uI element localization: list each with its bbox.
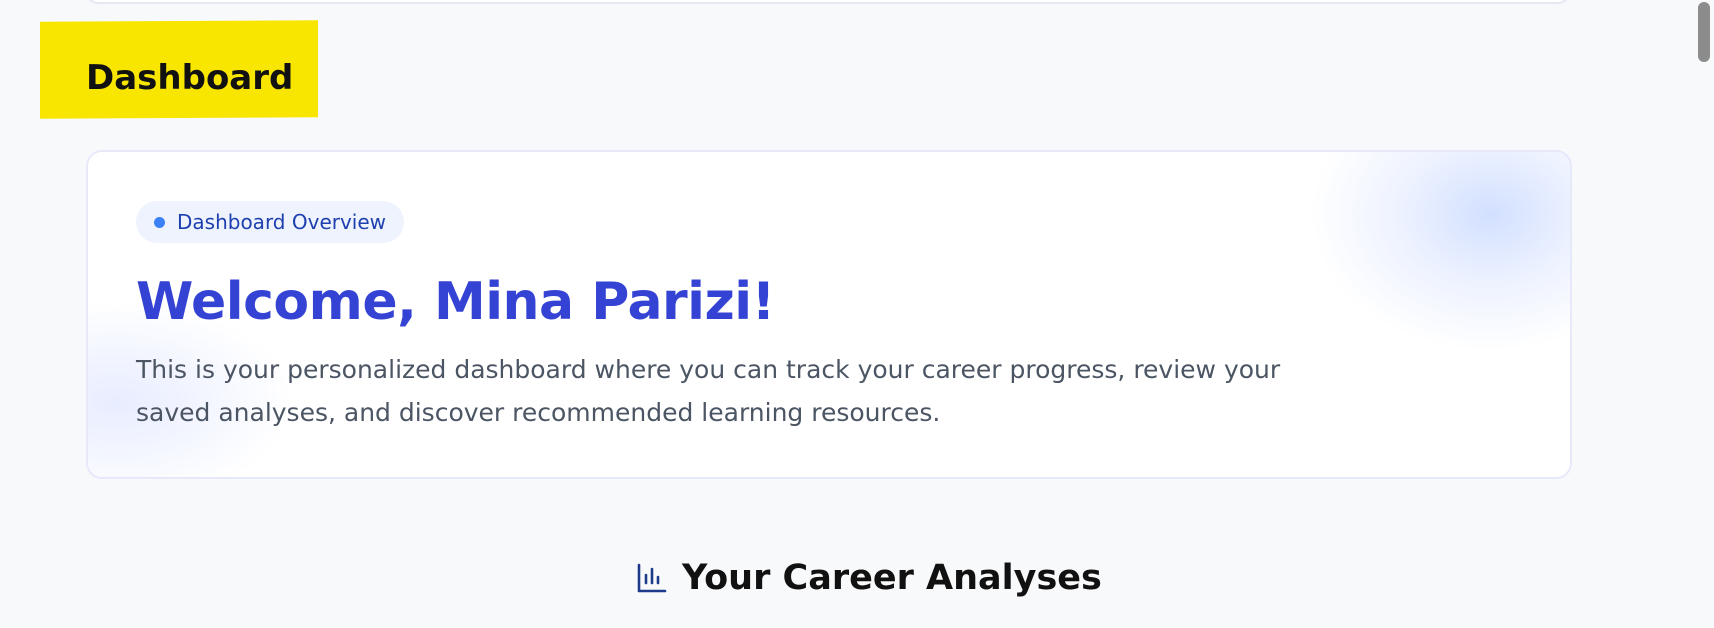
dashboard-page: Dashboard Dashboard Overview Welcome, Mi… [0, 0, 1714, 628]
welcome-heading: Welcome, Mina Parizi! [136, 272, 775, 332]
page-title: Dashboard [86, 58, 294, 98]
section-title: Your Career Analyses [682, 558, 1102, 598]
bar-chart-icon [637, 563, 667, 593]
vertical-scrollbar[interactable] [1684, 0, 1714, 628]
scrollbar-thumb[interactable] [1698, 2, 1710, 62]
badge-label: Dashboard Overview [177, 210, 387, 234]
welcome-card: Dashboard Overview Welcome, Mina Parizi!… [86, 150, 1572, 479]
decorative-glow-right [1310, 152, 1570, 352]
status-dot-icon [154, 216, 165, 228]
career-analyses-heading: Your Career Analyses [636, 556, 1102, 600]
welcome-description: This is your personalized dashboard wher… [136, 355, 1281, 427]
dashboard-overview-badge: Dashboard Overview [136, 201, 405, 243]
previous-card-edge [86, 0, 1570, 4]
